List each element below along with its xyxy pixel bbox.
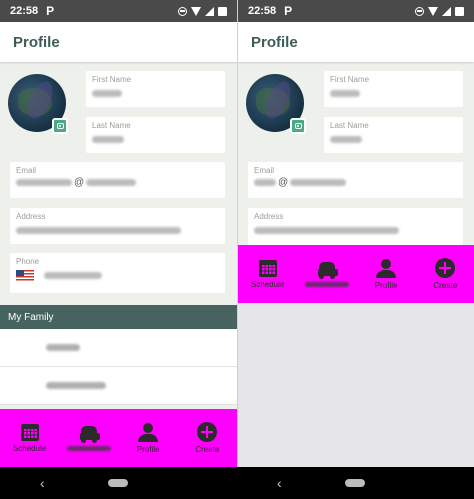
email-label: Email	[254, 166, 275, 175]
email-domain	[290, 179, 347, 186]
last-name-value	[330, 136, 362, 143]
family-header-label: My Family	[8, 311, 54, 323]
battery-icon	[455, 6, 464, 16]
screen-left: 22:58 P Profile First Name Last Name Ema…	[0, 0, 237, 467]
email-field[interactable]: Email @	[10, 162, 225, 198]
do-not-disturb-icon	[178, 6, 187, 16]
signal-icon	[205, 6, 214, 16]
us-flag-icon[interactable]	[16, 270, 34, 281]
battery-icon	[218, 6, 227, 16]
bottom-tab-bar: Schedule Profile Create	[0, 409, 237, 467]
address-field[interactable]: Address	[10, 208, 225, 244]
last-name-value	[92, 136, 124, 143]
camera-icon[interactable]	[52, 118, 68, 134]
family-list	[0, 329, 237, 405]
back-button[interactable]: ‹	[40, 475, 45, 491]
app-notification-icon: P	[284, 4, 293, 18]
plus-circle-icon	[435, 258, 456, 278]
tab-rides-label	[66, 446, 111, 451]
address-value	[16, 227, 181, 234]
tab-create[interactable]: Create	[178, 409, 237, 467]
profile-form: First Name Last Name Email @ Address	[0, 62, 237, 305]
tab-rides-label	[304, 282, 349, 287]
app-bar: Profile	[0, 22, 237, 62]
tab-profile[interactable]: Profile	[119, 409, 178, 467]
plus-circle-icon	[197, 422, 218, 442]
last-name-field[interactable]: Last Name	[324, 117, 463, 153]
calendar-icon	[258, 259, 277, 277]
email-domain	[86, 179, 137, 186]
tab-create[interactable]: Create	[416, 245, 474, 303]
list-item[interactable]	[0, 367, 237, 405]
home-pill-button[interactable]	[108, 479, 128, 487]
signal-icon	[442, 6, 451, 16]
status-bar: 22:58 P	[0, 0, 237, 22]
list-item[interactable]	[0, 329, 237, 367]
system-nav-bar: ‹ ‹	[0, 467, 474, 499]
address-label: Address	[254, 212, 284, 221]
tab-schedule[interactable]: Schedule	[238, 245, 297, 303]
phone-field[interactable]: Phone	[10, 253, 225, 293]
page-title: Profile	[13, 33, 60, 51]
person-icon	[376, 258, 397, 278]
last-name-label: Last Name	[92, 121, 131, 130]
bottom-tab-bar: Schedule Profile Create	[238, 245, 474, 303]
email-at: @	[278, 177, 289, 188]
wifi-icon	[428, 6, 438, 16]
tab-rides[interactable]	[59, 409, 118, 467]
first-name-value	[92, 90, 122, 97]
first-name-label: First Name	[92, 75, 132, 84]
app-notification-icon: P	[46, 4, 55, 18]
tab-profile[interactable]: Profile	[357, 245, 416, 303]
family-member-name	[46, 344, 80, 351]
address-value	[254, 227, 399, 234]
home-pill-button[interactable]	[345, 479, 365, 487]
screens-container: 22:58 P Profile First Name Last Name Ema…	[0, 0, 474, 467]
family-section-header: My Family	[0, 305, 237, 329]
tab-schedule[interactable]: Schedule	[0, 409, 59, 467]
wifi-icon	[191, 6, 201, 16]
app-bar: Profile	[238, 22, 474, 62]
email-at: @	[74, 177, 85, 188]
email-user	[16, 179, 72, 186]
email-label: Email	[16, 166, 37, 175]
family-member-name	[46, 382, 106, 389]
first-name-value	[330, 90, 360, 97]
last-name-field[interactable]: Last Name	[86, 117, 225, 153]
car-icon	[77, 425, 100, 443]
first-name-label: First Name	[330, 75, 370, 84]
car-icon	[315, 261, 338, 279]
status-time: 22:58	[10, 5, 39, 17]
status-time: 22:58	[248, 5, 277, 17]
address-field[interactable]: Address	[248, 208, 463, 245]
phone-label: Phone	[16, 257, 40, 266]
back-button[interactable]: ‹	[277, 475, 282, 491]
last-name-label: Last Name	[330, 121, 369, 130]
status-bar: 22:58 P	[238, 0, 474, 22]
email-field[interactable]: Email @	[248, 162, 463, 198]
page-title: Profile	[251, 33, 298, 51]
profile-form: First Name Last Name Email @ Address	[238, 62, 474, 245]
calendar-icon	[20, 423, 39, 441]
screen-right: 22:58 P Profile First Name Last Name Ema…	[237, 0, 474, 467]
do-not-disturb-icon	[415, 6, 424, 16]
first-name-field[interactable]: First Name	[324, 71, 463, 107]
camera-icon[interactable]	[290, 118, 306, 134]
address-label: Address	[16, 212, 46, 221]
tab-rides[interactable]	[297, 245, 356, 303]
email-user	[254, 179, 276, 186]
phone-value	[44, 272, 102, 279]
first-name-field[interactable]: First Name	[86, 71, 225, 107]
person-icon	[138, 422, 159, 442]
